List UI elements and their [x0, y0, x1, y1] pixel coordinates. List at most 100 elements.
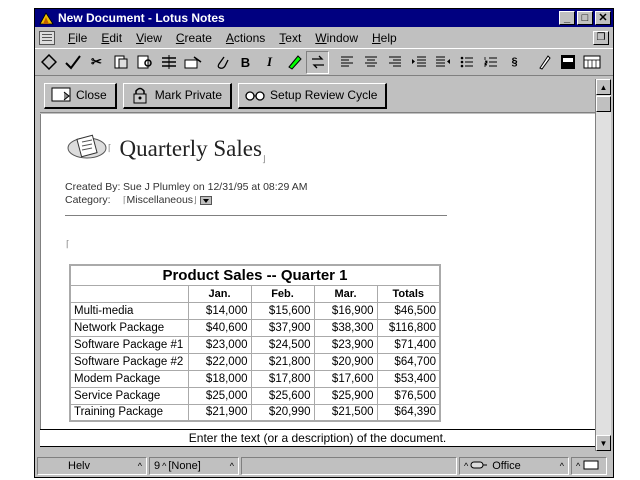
- scroll-up-button[interactable]: ▲: [596, 79, 611, 95]
- bullets-icon[interactable]: [455, 50, 478, 74]
- table-cell[interactable]: $20,990: [250, 403, 315, 422]
- table-cell[interactable]: $46,500: [376, 301, 441, 320]
- location-caret-icon: ^: [464, 461, 469, 471]
- paste-icon[interactable]: [109, 50, 132, 74]
- scroll-thumb[interactable]: [596, 96, 611, 112]
- table-cell[interactable]: $17,800: [250, 369, 315, 388]
- table-cell[interactable]: $15,600: [250, 301, 315, 320]
- table-cell[interactable]: $71,400: [376, 335, 441, 354]
- link-icon[interactable]: [181, 50, 204, 74]
- font-caret-icon: ^: [137, 461, 142, 471]
- document-title-field[interactable]: Quarterly Sales: [120, 136, 262, 162]
- table-cell[interactable]: Modem Package: [69, 369, 189, 388]
- menu-file[interactable]: File: [61, 31, 94, 45]
- table-cell[interactable]: $21,900: [187, 403, 252, 422]
- indent-icon[interactable]: [407, 50, 430, 74]
- minimize-button[interactable]: _: [559, 11, 575, 25]
- mail-status-indicator[interactable]: ^: [571, 457, 607, 475]
- table-cell[interactable]: $17,600: [313, 369, 378, 388]
- table-cell[interactable]: $16,900: [313, 301, 378, 320]
- table-cell[interactable]: Multi-media: [69, 301, 189, 320]
- product-sales-table[interactable]: Product Sales -- Quarter 1 Jan. Feb. Mar…: [69, 264, 441, 422]
- table-cell[interactable]: $40,600: [187, 318, 252, 337]
- font-size-style-selector[interactable]: 9 ^ [None] ^: [149, 457, 239, 475]
- refresh-icon[interactable]: [306, 50, 329, 74]
- table-cell[interactable]: $23,000: [187, 335, 252, 354]
- table-cell[interactable]: $64,700: [376, 352, 441, 371]
- inbox-icon: [583, 460, 599, 473]
- check-icon[interactable]: [61, 50, 84, 74]
- attach-icon[interactable]: [210, 50, 233, 74]
- align-right-icon[interactable]: [383, 50, 406, 74]
- window-title: New Document - Lotus Notes: [58, 11, 225, 25]
- close-button[interactable]: Close: [44, 82, 117, 109]
- table-cell[interactable]: $64,390: [376, 403, 441, 422]
- table-row: Software Package #2 $22,000 $21,800 $20,…: [69, 352, 441, 371]
- setup-review-cycle-button[interactable]: Setup Review Cycle: [238, 82, 388, 109]
- document-area[interactable]: ⌈ Quarterly Sales ⌋ Created By: Sue J Plu…: [40, 114, 595, 429]
- menu-edit[interactable]: Edit: [94, 31, 129, 45]
- table-cell[interactable]: Network Package: [69, 318, 189, 337]
- vertical-scrollbar[interactable]: ▲ ▼: [595, 79, 611, 451]
- document-restore-button[interactable]: ❐: [593, 30, 609, 45]
- navigator-icon[interactable]: [37, 50, 60, 74]
- menu-actions[interactable]: Actions: [219, 31, 272, 45]
- category-field[interactable]: Miscellaneous: [127, 194, 194, 206]
- mail-caret-icon: ^: [576, 461, 581, 471]
- table-cell[interactable]: $22,000: [187, 352, 252, 371]
- table-cell[interactable]: Software Package #1: [69, 335, 189, 354]
- field-icon[interactable]: [157, 50, 180, 74]
- table-cell[interactable]: $20,900: [313, 352, 378, 371]
- table-cell[interactable]: $23,900: [313, 335, 378, 354]
- italic-button[interactable]: I: [258, 50, 281, 74]
- table-cell[interactable]: $53,400: [376, 369, 441, 388]
- menu-create[interactable]: Create: [169, 31, 219, 45]
- table-cell[interactable]: $38,300: [313, 318, 378, 337]
- location-dropdown-caret-icon: ^: [559, 461, 564, 471]
- close-window-button[interactable]: ✕: [595, 11, 611, 25]
- table-cell[interactable]: Service Package: [69, 386, 189, 405]
- outdent-icon[interactable]: [431, 50, 454, 74]
- align-left-icon[interactable]: [335, 50, 358, 74]
- category-dropdown-button[interactable]: [199, 195, 212, 205]
- table-cell[interactable]: $25,000: [187, 386, 252, 405]
- table-cell[interactable]: Training Package: [69, 403, 189, 422]
- location-selector[interactable]: ^ Office ^: [459, 457, 569, 475]
- title-block: ⌈ Quarterly Sales ⌋: [66, 132, 265, 165]
- pen-icon[interactable]: [532, 50, 555, 74]
- body-field-bracket: ⌈: [66, 239, 70, 249]
- table-caption-row: Product Sales -- Quarter 1: [69, 264, 441, 286]
- table-cell[interactable]: $25,900: [313, 386, 378, 405]
- status-bar: Helv ^ 9 ^ [None] ^ ^ Office ^ ^: [35, 455, 613, 477]
- mark-private-button[interactable]: Mark Private: [122, 82, 233, 109]
- lotus-notes-app-icon[interactable]: [38, 11, 54, 25]
- menu-help[interactable]: Help: [365, 31, 404, 45]
- styles-icon[interactable]: §: [503, 50, 526, 74]
- highlighter-icon[interactable]: [282, 50, 305, 74]
- bold-button[interactable]: B: [234, 50, 257, 74]
- menu-window[interactable]: Window: [308, 31, 365, 45]
- table-cell[interactable]: $25,600: [250, 386, 315, 405]
- table-cell[interactable]: $37,900: [250, 318, 315, 337]
- table-cell[interactable]: $116,800: [376, 318, 441, 337]
- numbers-icon[interactable]: [479, 50, 502, 74]
- table-row: Training Package $21,900 $20,990 $21,500…: [69, 403, 441, 422]
- find-icon[interactable]: [133, 50, 156, 74]
- menu-view[interactable]: View: [129, 31, 169, 45]
- scroll-down-button[interactable]: ▼: [596, 435, 611, 451]
- maximize-button[interactable]: □: [577, 11, 593, 25]
- table-cell[interactable]: $76,500: [376, 386, 441, 405]
- align-center-icon[interactable]: [359, 50, 382, 74]
- table-cell[interactable]: $18,000: [187, 369, 252, 388]
- table-cell[interactable]: Software Package #2: [69, 352, 189, 371]
- table-cell[interactable]: $24,500: [250, 335, 315, 354]
- table-cell[interactable]: $21,500: [313, 403, 378, 422]
- table-cell[interactable]: $21,800: [250, 352, 315, 371]
- spell-check-icon[interactable]: [556, 50, 579, 74]
- cut-icon[interactable]: ✂: [85, 50, 108, 74]
- table-cell[interactable]: $14,000: [187, 301, 252, 320]
- font-name-selector[interactable]: Helv ^: [37, 457, 147, 475]
- document-control-icon[interactable]: [39, 30, 55, 45]
- calendar-icon[interactable]: [580, 50, 603, 74]
- menu-text[interactable]: Text: [272, 31, 308, 45]
